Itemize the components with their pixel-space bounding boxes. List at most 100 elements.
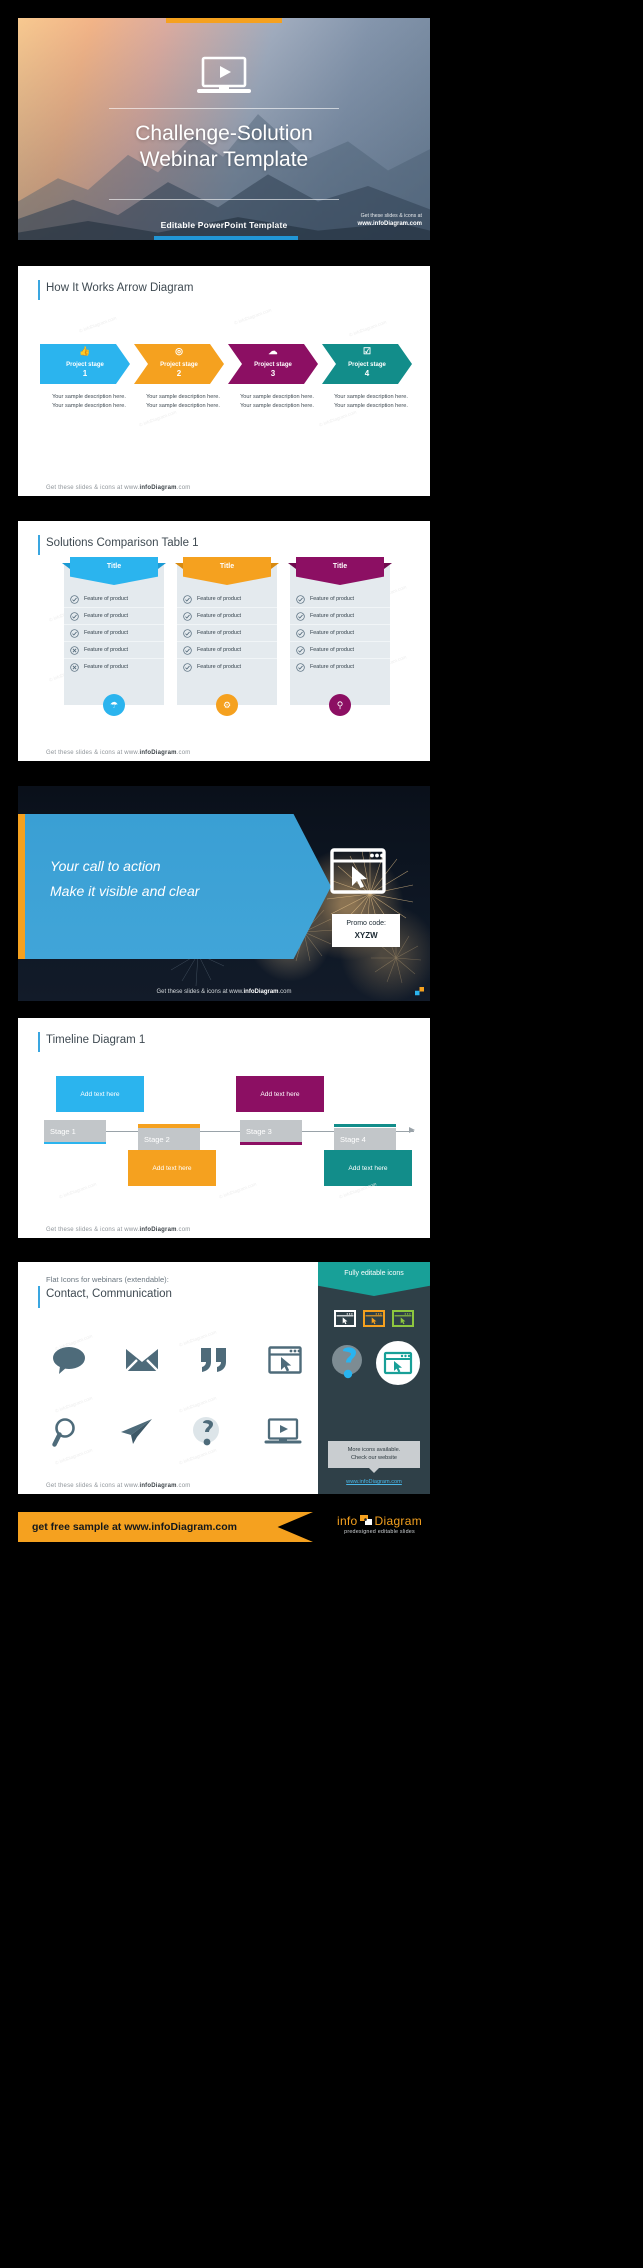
tab-ear-left — [175, 563, 183, 569]
title-slide: Challenge-Solution Webinar Template Edita… — [18, 18, 430, 240]
footer-brand: infoDiagram — [243, 989, 279, 995]
promo-code-value: XYZW — [354, 930, 378, 940]
infodiagram-logo[interactable]: info Diagram predesigned editable slides — [337, 1514, 422, 1535]
magnifier-icon[interactable] — [52, 1417, 82, 1447]
footer-post: .com — [176, 750, 191, 756]
panel-website-link[interactable]: www.infoDiagram.com — [318, 1479, 430, 1485]
location-pin-icon: ◎ — [175, 346, 183, 356]
hero-footer-link[interactable]: www.infoDiagram.com — [358, 221, 422, 227]
timeline-stage-4[interactable]: Stage 4 — [334, 1128, 396, 1150]
timeline-stage-3[interactable]: Stage 3 — [240, 1120, 302, 1142]
footer-post: .com — [176, 1483, 191, 1489]
check-icon — [70, 611, 79, 621]
feature-label: Feature of product — [310, 613, 355, 619]
tab-ear-right — [384, 563, 392, 569]
arrow-stage[interactable]: ☁ Project stage 3 Your sample descriptio… — [228, 344, 322, 411]
browser-cursor-icon-large[interactable] — [375, 1340, 421, 1386]
table-row: Feature of product — [290, 591, 390, 608]
table-row: Feature of product — [290, 625, 390, 642]
tab-ear-right — [271, 563, 279, 569]
arrow-stage-number: 2 — [176, 368, 182, 378]
comparison-column-title: Title — [183, 557, 271, 585]
cta-orange-stripe — [18, 814, 25, 959]
arrow-chevron-1[interactable]: 👍 Project stage 1 — [40, 344, 130, 384]
feature-label: Feature of product — [84, 664, 129, 670]
thumbs-up-icon: 👍 — [79, 346, 91, 356]
footer-pre: Get these slides & icons at www. — [46, 1483, 140, 1489]
watermark: © infoDiagram.com — [233, 307, 273, 326]
timeline-text: Add text here — [260, 1090, 300, 1098]
envelope-icon[interactable] — [125, 1347, 160, 1373]
comparison-column[interactable]: Title Feature of product Feature of prod… — [175, 557, 279, 716]
comparison-column-body: Title Feature of product Feature of prod… — [62, 557, 166, 716]
key-icon: ⚲ — [329, 694, 351, 716]
paper-plane-icon[interactable] — [119, 1418, 153, 1446]
arrow-stage-label: Project stage — [160, 362, 198, 368]
icon-row-1 — [52, 1324, 302, 1396]
call-to-action-slide: Your call to action Make it visible and … — [18, 786, 430, 1001]
timeline-textbox[interactable]: Add text here — [56, 1076, 144, 1112]
quotation-mark-icon[interactable] — [199, 1346, 229, 1374]
browser-cursor-icon — [330, 848, 386, 894]
timeline-stage-1[interactable]: Stage 1 — [44, 1120, 106, 1142]
big-icon-row — [318, 1340, 430, 1386]
table-row: Feature of product — [177, 625, 277, 642]
timeline-textbox[interactable]: Add text here — [236, 1076, 324, 1112]
check-icon — [296, 594, 305, 604]
feature-label: Feature of product — [84, 630, 129, 636]
table-row: Feature of product — [177, 591, 277, 608]
question-mark-icon[interactable] — [191, 1415, 227, 1449]
table-row: Feature of product — [177, 608, 277, 625]
question-mark-icon-large[interactable] — [327, 1340, 371, 1384]
table-row: Feature of product — [290, 608, 390, 625]
timeline-stage-2[interactable]: Stage 2 — [138, 1128, 200, 1150]
arrow-chevron-2[interactable]: ◎ Project stage 2 — [134, 344, 224, 384]
feature-label: Feature of product — [310, 647, 355, 653]
page-subtitle: Flat Icons for webinars (extendable): — [46, 1275, 169, 1284]
check-icon — [183, 594, 192, 604]
table-row: Feature of product — [64, 625, 164, 642]
arrow-stage-desc: Your sample description here. Your sampl… — [334, 394, 408, 410]
footer-post: .com — [176, 1227, 191, 1233]
page-title: Challenge-Solution Webinar Template — [135, 122, 313, 172]
arrow-stage[interactable]: ☑ Project stage 4 Your sample descriptio… — [322, 344, 416, 411]
arrow-stage[interactable]: 👍 Project stage 1 Your sample descriptio… — [40, 344, 134, 411]
timeline-text: Add text here — [348, 1164, 388, 1172]
footer-brand: infoDiagram — [139, 485, 177, 491]
comparison-column-title: Title — [296, 557, 384, 585]
logo-part-diagram: Diagram — [374, 1514, 422, 1528]
panel-note-line-2: Check our website — [350, 1455, 397, 1462]
comparison-column-body: Title Feature of product Feature of prod… — [175, 557, 279, 716]
browser-cursor-icon[interactable] — [268, 1346, 302, 1374]
table-row: Feature of product — [64, 659, 164, 675]
table-row: Feature of product — [64, 642, 164, 659]
title-accent-bar — [38, 1286, 40, 1308]
speech-bubble-icon[interactable] — [52, 1345, 86, 1375]
timeline-arrowhead — [409, 1127, 415, 1133]
top-orange-accent — [166, 18, 282, 23]
footer-brand: infoDiagram — [139, 1483, 177, 1489]
free-sample-cta[interactable]: get free sample at www.infoDiagram.com — [18, 1512, 313, 1542]
watermark: © infoDiagram.com — [348, 319, 388, 338]
hero-footer: Get these slides & icons at www.infoDiag… — [358, 213, 422, 229]
timeline-textbox[interactable]: Add text here — [128, 1150, 216, 1186]
comparison-column[interactable]: Title Feature of product Feature of prod… — [288, 557, 392, 716]
laptop-play-icon[interactable] — [264, 1418, 302, 1446]
arrow-stage[interactable]: ◎ Project stage 2 Your sample descriptio… — [134, 344, 228, 411]
icon-row-2 — [52, 1396, 302, 1468]
browser-cursor-icon-orange[interactable] — [363, 1310, 385, 1327]
panel-note-line-1: More icons available. — [347, 1446, 401, 1453]
footer-brand: infoDiagram — [139, 1227, 177, 1233]
laptop-play-icon — [197, 56, 251, 93]
arrow-chevron-3[interactable]: ☁ Project stage 3 — [228, 344, 318, 384]
tab-ear-left — [62, 563, 70, 569]
feature-label: Feature of product — [197, 613, 242, 619]
browser-cursor-icon-white[interactable] — [334, 1310, 356, 1327]
slide-footer: Get these slides & icons at www.infoDiag… — [46, 750, 190, 756]
timeline-textbox[interactable]: Add text here — [324, 1150, 412, 1186]
arrow-chevron-4[interactable]: ☑ Project stage 4 — [322, 344, 412, 384]
hero-footer-line1: Get these slides & icons at — [360, 212, 422, 219]
comparison-column[interactable]: Title Feature of product Feature of prod… — [62, 557, 166, 716]
browser-cursor-icon-green[interactable] — [392, 1310, 414, 1327]
arrow-stage-label: Project stage — [254, 362, 292, 368]
